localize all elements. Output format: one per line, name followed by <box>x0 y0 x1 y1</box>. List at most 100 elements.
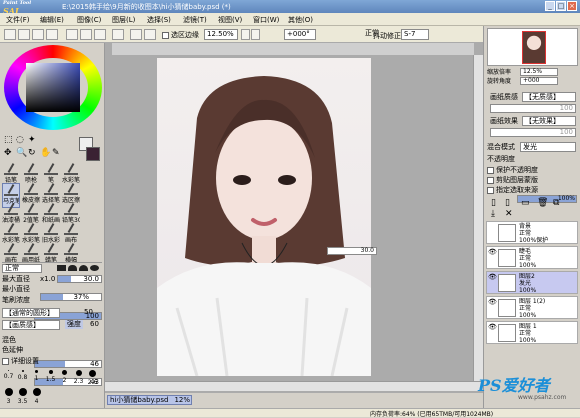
brush-mode-select[interactable]: 正常 <box>2 264 42 273</box>
layer-row[interactable]: 背景 正常 100%保护 <box>486 221 578 244</box>
menu-layer[interactable]: 图层(L) <box>112 15 135 25</box>
horizontal-scrollbar[interactable] <box>105 381 483 391</box>
blend-mode-select[interactable]: 发光 <box>520 142 576 152</box>
opacity-label: 不透明度 <box>487 155 515 163</box>
detail-settings-toggle[interactable]: 详细设置 <box>2 357 39 366</box>
mix-slider[interactable]: 46 <box>34 360 102 368</box>
detail-settings-checkbox[interactable] <box>2 357 9 365</box>
texture-select[interactable]: 【画质感】 <box>2 320 60 330</box>
clipping-mask-toggle[interactable]: 剪贴图层蒙版 <box>487 176 538 185</box>
brush-size-preset[interactable]: 4 <box>30 386 43 405</box>
clipping-mask-checkbox[interactable] <box>487 176 494 184</box>
maximize-button[interactable]: □ <box>556 1 566 11</box>
effect-strength-field[interactable]: 100 <box>490 128 576 137</box>
nav-zoom-value[interactable]: 12.5% <box>520 68 558 76</box>
magic-wand-icon[interactable]: ✦ <box>28 135 36 145</box>
foreground-color-swatch[interactable] <box>86 147 100 161</box>
menu-file[interactable]: 文件(F) <box>6 15 30 25</box>
selection-source-toggle[interactable]: 指定选取来源 <box>487 186 538 195</box>
menu-select[interactable]: 选择(S) <box>147 15 171 25</box>
brush-size-preset[interactable]: 0.7 <box>2 368 15 385</box>
menu-other[interactable]: 其他(O) <box>288 15 313 25</box>
redo-icon[interactable] <box>144 29 156 40</box>
brush-size-preset[interactable]: 2.6 <box>86 368 99 386</box>
protect-opacity-checkbox[interactable] <box>487 166 494 174</box>
brush-size-preset[interactable]: 2.3 <box>72 368 85 385</box>
hand-icon[interactable] <box>112 29 124 40</box>
paper-strength-field[interactable]: 100 <box>490 104 576 113</box>
visibility-eye-icon[interactable] <box>488 223 496 243</box>
copy-layer-icon[interactable]: ⧉ <box>553 198 559 208</box>
visibility-eye-icon[interactable]: 👁 <box>488 298 497 318</box>
layer-row[interactable]: 👁 图层2 发光 100% <box>486 271 578 294</box>
mix-label: 混色 <box>2 336 16 344</box>
eyedropper-icon[interactable]: ✎ <box>52 148 60 158</box>
rotate-left-icon[interactable] <box>66 29 78 40</box>
layer-row[interactable]: 👁 图层 1(2) 正常 100% <box>486 296 578 319</box>
visibility-eye-icon[interactable]: 👁 <box>488 273 497 293</box>
visibility-eye-icon[interactable]: 👁 <box>488 323 497 343</box>
brush-shape-select[interactable]: 【通常的圆形】 <box>2 308 60 318</box>
max-diameter-slider[interactable]: 30.0 <box>57 275 102 283</box>
undo-icon[interactable] <box>130 29 142 40</box>
document-tab[interactable]: hi小猜储baby.psd 12% <box>107 395 192 405</box>
merge-down-icon[interactable]: ⤓ <box>491 209 495 219</box>
new-layer-icon[interactable]: ▯ <box>491 198 496 208</box>
vertical-scrollbar[interactable] <box>473 55 483 381</box>
max-diameter-mult[interactable]: x1.0 <box>40 275 55 284</box>
visibility-eye-icon[interactable]: 👁 <box>488 248 497 268</box>
selection-edge-checkbox[interactable] <box>162 31 169 39</box>
new-folder-icon[interactable]: ▭ <box>521 198 530 208</box>
hand-tool-icon[interactable]: ✋ <box>40 148 51 158</box>
delete-layer-icon[interactable]: 🗑 <box>537 198 548 208</box>
menu-filter[interactable]: 滤镜(T) <box>183 15 207 25</box>
brush-size-preset[interactable]: 1.5 <box>44 368 57 385</box>
layer-row[interactable]: 👁 睫毛 正常 100% <box>486 246 578 269</box>
nav-angle-value[interactable]: +000 <box>520 77 558 85</box>
menu-window[interactable]: 窗口(W) <box>253 15 279 25</box>
brush-size-preset[interactable]: 2 <box>58 368 71 385</box>
zoom-up-icon[interactable] <box>251 29 260 40</box>
marquee-icon[interactable]: ⬚ <box>4 135 13 145</box>
brush-size-preset[interactable]: 3 <box>2 386 15 405</box>
clear-layer-icon[interactable]: ✕ <box>505 209 513 219</box>
layer-row[interactable]: 👁 图层 1 正常 100% <box>486 321 578 344</box>
menu-view[interactable]: 视图(V) <box>218 15 242 25</box>
minimize-button[interactable]: _ <box>545 1 555 11</box>
brush-size-preset[interactable]: 1 <box>30 368 43 385</box>
new-linework-layer-icon[interactable]: ▯ <box>505 198 510 208</box>
menu-edit[interactable]: 编辑(E) <box>40 15 64 25</box>
zoom-field[interactable]: 12.50% <box>204 29 238 40</box>
color-square[interactable] <box>26 63 80 112</box>
invert-selection-icon[interactable] <box>18 29 30 40</box>
brush-shape-4-icon[interactable] <box>90 265 99 271</box>
min-diameter-slider[interactable]: 37% <box>40 293 102 301</box>
strength-value[interactable]: 60 <box>90 320 99 329</box>
selection-source-checkbox[interactable] <box>487 186 494 194</box>
zoom-in-icon[interactable] <box>32 29 44 40</box>
zoom-out-icon[interactable] <box>46 29 58 40</box>
brush-shape-1-icon[interactable] <box>57 265 66 271</box>
paper-texture-select[interactable]: 【无质感】 <box>522 92 576 102</box>
menu-image[interactable]: 图像(C) <box>77 15 101 25</box>
close-button[interactable]: × <box>567 1 577 11</box>
brush-size-preset[interactable]: 3.5 <box>16 386 29 405</box>
flip-icon[interactable] <box>94 29 106 40</box>
zoom-tool-icon[interactable]: 🔍 <box>16 148 27 158</box>
navigator-preview[interactable] <box>487 28 578 66</box>
stabilizer-select[interactable]: S-7 <box>401 29 429 40</box>
rotate-right-icon[interactable] <box>80 29 92 40</box>
paper-effect-select[interactable]: 【无效果】 <box>522 116 576 126</box>
zoom-down-icon[interactable] <box>241 29 250 40</box>
protect-opacity-toggle[interactable]: 保护不透明度 <box>487 166 538 175</box>
lasso-icon[interactable]: ◌ <box>16 135 24 145</box>
brush-size-preset[interactable]: 0.8 <box>16 368 29 385</box>
rotation-field[interactable]: +000° <box>284 29 316 40</box>
brush-shape-2-icon[interactable] <box>68 265 77 271</box>
move-icon[interactable]: ✥ <box>4 148 12 158</box>
brush-tool-icon <box>4 223 18 235</box>
deselect-icon[interactable] <box>4 29 16 40</box>
rotate-tool-icon[interactable]: ↻ <box>28 148 36 158</box>
brush-shape-3-icon[interactable] <box>79 265 88 271</box>
selection-edge-toggle[interactable]: 选区边缘 <box>162 30 199 40</box>
